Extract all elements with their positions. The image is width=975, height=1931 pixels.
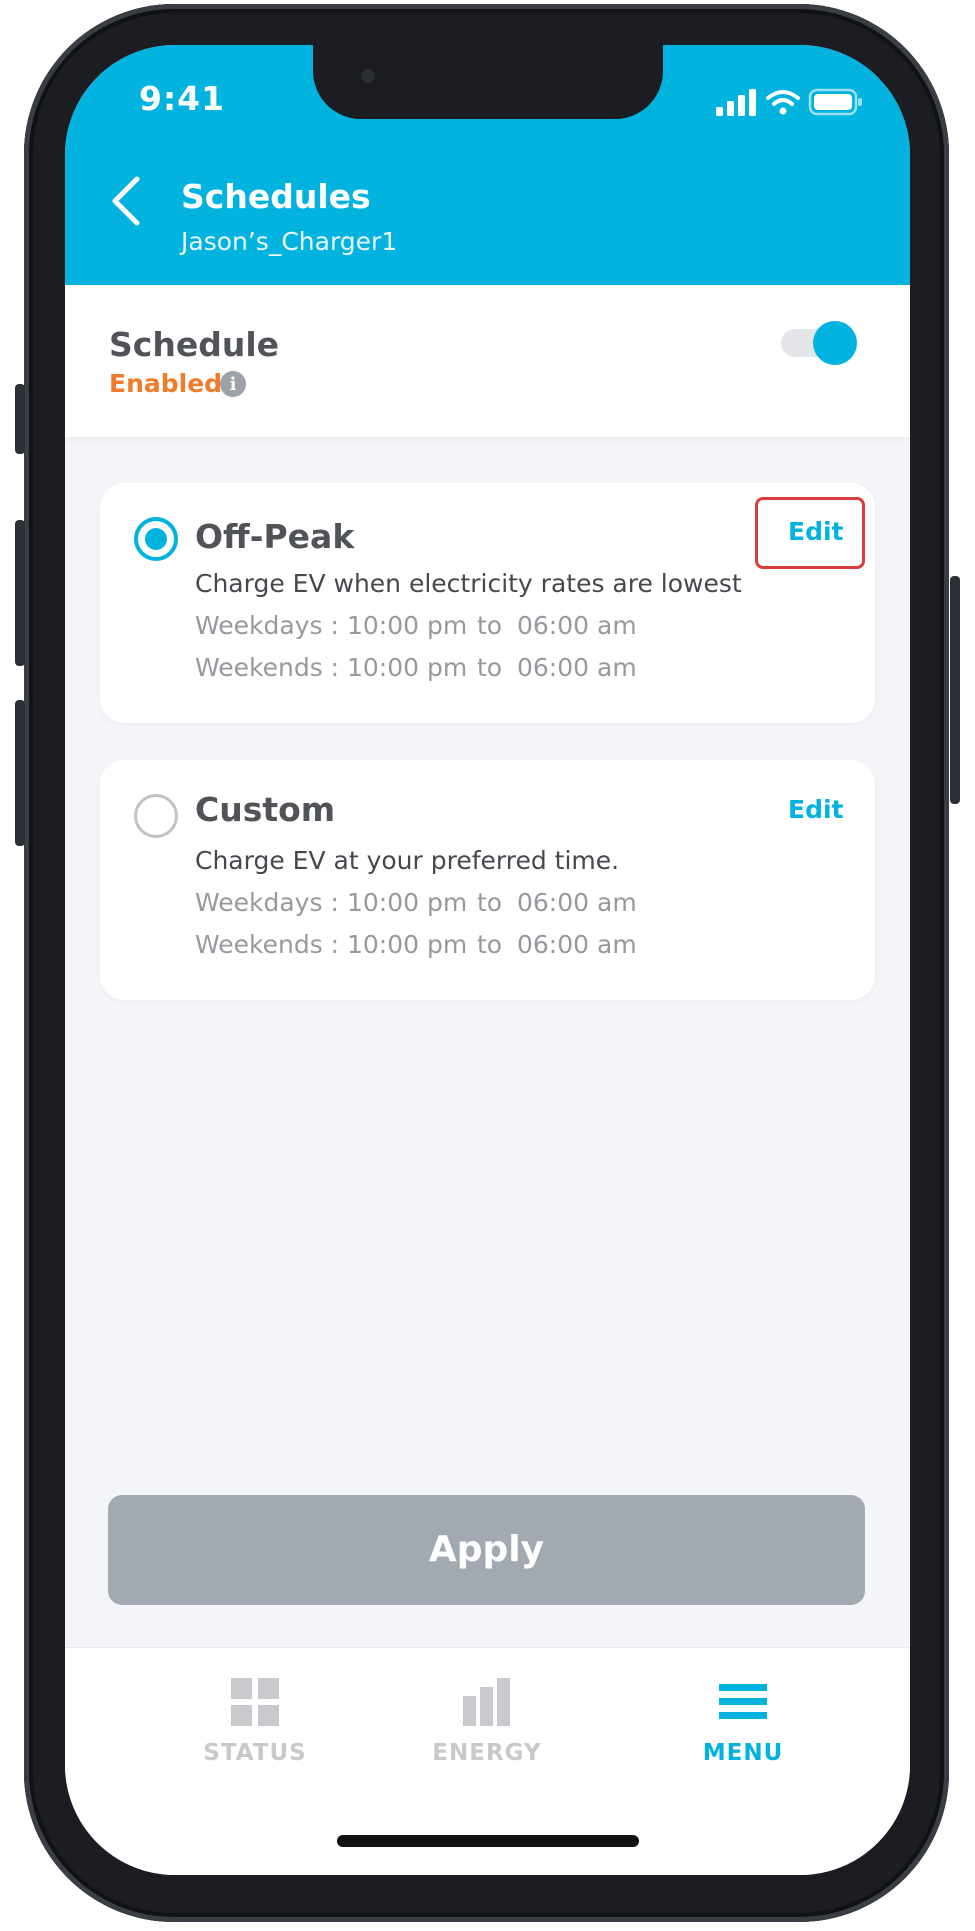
edit-button-off-peak[interactable]: Edit xyxy=(788,517,844,546)
option-name: Custom xyxy=(195,790,336,829)
option-description: Charge EV when electricity rates are low… xyxy=(195,569,742,598)
wifi-icon xyxy=(766,90,800,115)
row-label: Weekends : xyxy=(195,930,340,959)
row-label: Weekdays : xyxy=(195,888,339,917)
home-indicator xyxy=(337,1835,639,1847)
phone-screen: 9:41 Schedules Jason’s_Charger1 Schedule… xyxy=(65,45,910,1875)
weekends-row: Weekends :10:00 pm to 06:00 am xyxy=(195,930,637,959)
charger-name: Jason’s_Charger1 xyxy=(181,227,398,256)
chevron-left-icon xyxy=(112,176,140,226)
edit-button-custom[interactable]: Edit xyxy=(788,795,844,824)
start-time: 10:00 pm xyxy=(347,653,468,682)
row-label: Weekends : xyxy=(195,653,340,682)
silent-switch xyxy=(15,384,25,454)
toggle-knob xyxy=(813,321,857,365)
tab-energy[interactable]: ENERGY xyxy=(387,1678,587,1766)
schedule-option-custom[interactable]: Custom Charge EV at your preferred time.… xyxy=(100,760,875,1000)
schedule-toggle[interactable] xyxy=(781,321,857,365)
weekends-row: Weekends :10:00 pm to 06:00 am xyxy=(195,653,637,682)
bar-chart-icon xyxy=(463,1678,511,1726)
schedule-label: Schedule xyxy=(109,325,280,364)
tab-label: STATUS xyxy=(203,1740,307,1766)
grid-icon xyxy=(231,1678,279,1726)
end-time: 06:00 am xyxy=(517,653,637,682)
page-title: Schedules xyxy=(181,177,371,216)
schedule-option-off-peak[interactable]: Off-Peak Charge EV when electricity rate… xyxy=(100,483,875,723)
radio-selected[interactable] xyxy=(134,517,178,561)
back-button[interactable] xyxy=(103,173,151,229)
radio-unselected[interactable] xyxy=(134,794,178,838)
volume-up-button xyxy=(15,520,25,666)
battery-icon xyxy=(808,88,862,116)
to-label: to xyxy=(477,930,503,959)
front-camera xyxy=(361,69,375,83)
tab-status[interactable]: STATUS xyxy=(155,1678,355,1766)
to-label: to xyxy=(477,611,503,640)
apply-button[interactable]: Apply xyxy=(108,1495,865,1605)
end-time: 06:00 am xyxy=(517,930,637,959)
status-icons xyxy=(716,87,866,117)
weekdays-row: Weekdays : 10:00 pm to 06:00 am xyxy=(195,611,637,640)
tab-label: ENERGY xyxy=(432,1740,542,1766)
menu-icon xyxy=(719,1678,767,1726)
to-label: to xyxy=(477,653,503,682)
tab-menu[interactable]: MENU xyxy=(643,1678,843,1766)
weekdays-row: Weekdays : 10:00 pm to 06:00 am xyxy=(195,888,637,917)
end-time: 06:00 am xyxy=(517,888,637,917)
status-time: 9:41 xyxy=(139,79,226,118)
start-time: 10:00 pm xyxy=(347,888,468,917)
end-time: 06:00 am xyxy=(517,611,637,640)
power-button xyxy=(950,576,960,804)
volume-down-button xyxy=(15,700,25,846)
option-description: Charge EV at your preferred time. xyxy=(195,846,620,875)
schedule-status: Enabled xyxy=(109,369,223,398)
tab-label: MENU xyxy=(702,1740,784,1766)
to-label: to xyxy=(477,888,503,917)
start-time: 10:00 pm xyxy=(347,611,468,640)
info-icon[interactable]: i xyxy=(220,371,246,397)
start-time: 10:00 pm xyxy=(347,930,468,959)
row-label: Weekdays : xyxy=(195,611,339,640)
cellular-signal-icon xyxy=(716,89,756,116)
option-name: Off-Peak xyxy=(195,517,355,556)
